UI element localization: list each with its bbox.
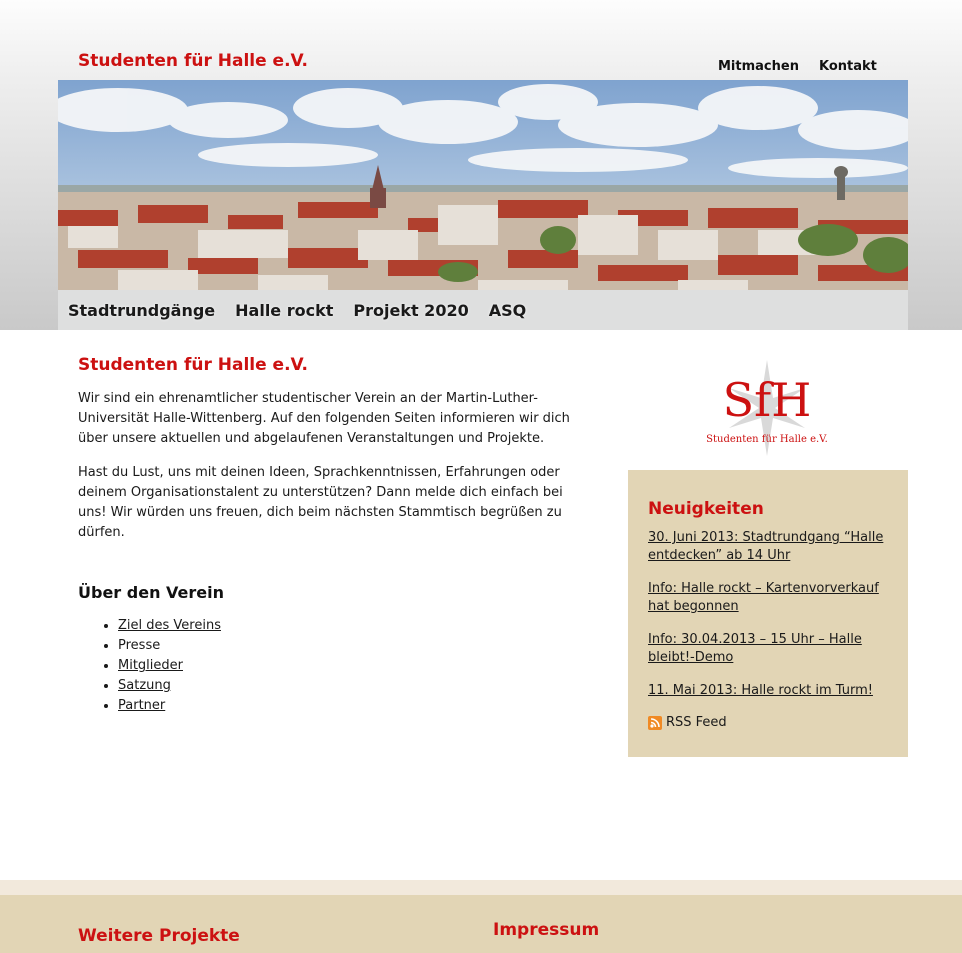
nav-mitmachen[interactable]: Mitmachen xyxy=(718,59,799,74)
list-item: Satzung xyxy=(118,676,578,696)
link-ziel-des-vereins[interactable]: Ziel des Vereins xyxy=(118,618,221,633)
rss-icon[interactable] xyxy=(648,715,662,730)
item-presse: Presse xyxy=(118,638,161,653)
news-heading: Neuigkeiten xyxy=(648,499,764,519)
nav-projekt-2020[interactable]: Projekt 2020 xyxy=(353,301,468,320)
footer: Weitere Projekte Impressum xyxy=(0,895,962,953)
rss-feed-link[interactable]: RSS Feed xyxy=(666,715,727,730)
page-title: Studenten für Halle e.V. xyxy=(78,355,308,375)
link-partner[interactable]: Partner xyxy=(118,698,165,713)
about-heading: Über den Verein xyxy=(78,583,224,602)
nav-kontakt[interactable]: Kontakt xyxy=(819,59,877,74)
site-title-link[interactable]: Studenten für Halle e.V. xyxy=(78,51,308,71)
footer-divider xyxy=(0,880,962,895)
link-satzung[interactable]: Satzung xyxy=(118,678,171,693)
nav-asq[interactable]: ASQ xyxy=(489,301,527,320)
about-list: Ziel des Vereins Presse Mitglieder Satzu… xyxy=(118,616,578,716)
sfh-logo: SfH Studenten für Halle e.V. xyxy=(705,358,830,458)
intro-paragraph: Wir sind ein ehrenamtlicher studentische… xyxy=(78,391,570,446)
logo-subtitle: Studenten für Halle e.V. xyxy=(706,434,828,445)
list-item: Presse xyxy=(118,636,578,656)
logo-letters: SfH xyxy=(723,373,812,427)
news-item-2[interactable]: Info: Halle rockt – Kartenvorverkauf hat… xyxy=(648,580,888,616)
footer-projects-heading: Weitere Projekte xyxy=(78,926,240,946)
list-item: Mitglieder xyxy=(118,656,578,676)
news-item-1[interactable]: 30. Juni 2013: Stadtrundgang “Halle entd… xyxy=(648,529,888,565)
news-item-4[interactable]: 11. Mai 2013: Halle rockt im Turm! xyxy=(648,682,888,700)
invitation-paragraph: Hast du Lust, uns mit deinen Ideen, Spra… xyxy=(78,465,563,540)
nav-stadtrundgaenge[interactable]: Stadtrundgänge xyxy=(68,301,215,320)
header: Studenten für Halle e.V. Mitmachen Konta… xyxy=(0,0,962,330)
list-item: Partner xyxy=(118,696,578,716)
footer-impressum-heading: Impressum xyxy=(493,920,600,940)
nav-halle-rockt[interactable]: Halle rockt xyxy=(235,301,333,320)
main-content: Studenten für Halle e.V. Wir sind ein eh… xyxy=(78,355,578,716)
news-item-3[interactable]: Info: 30.04.2013 – 15 Uhr – Halle bleibt… xyxy=(648,631,888,667)
rss-feed-row: RSS Feed xyxy=(648,715,888,730)
news-panel: Neuigkeiten 30. Juni 2013: Stadtrundgang… xyxy=(628,470,908,757)
top-nav: Mitmachen Kontakt xyxy=(718,59,877,74)
main-nav: Stadtrundgänge Halle rockt Projekt 2020 … xyxy=(58,290,908,330)
list-item: Ziel des Vereins xyxy=(118,616,578,636)
link-mitglieder[interactable]: Mitglieder xyxy=(118,658,183,673)
